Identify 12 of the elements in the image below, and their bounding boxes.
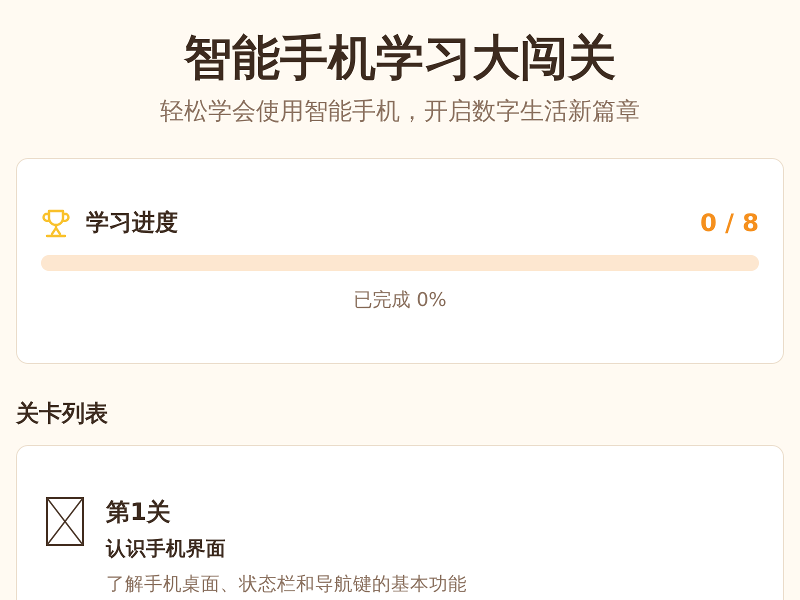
level-description: 了解手机桌面、状态栏和导航键的基本功能 (106, 573, 467, 597)
progress-count: 0 / 8 (700, 208, 759, 239)
trophy-icon (41, 208, 71, 238)
box-cross-icon (46, 497, 84, 546)
page-title: 智能手机学习大闯关 (184, 29, 616, 88)
progress-caption: 已完成 0% (353, 288, 447, 313)
section-title: 关卡列表 (16, 400, 108, 429)
level-number: 第1关 (106, 497, 171, 528)
level-card[interactable]: 第1关 认识手机界面 了解手机桌面、状态栏和导航键的基本功能 (16, 445, 784, 600)
progress-title: 学习进度 (86, 209, 178, 238)
page-subtitle: 轻松学会使用智能手机，开启数字生活新篇章 (160, 96, 640, 127)
level-name: 认识手机界面 (106, 536, 226, 562)
